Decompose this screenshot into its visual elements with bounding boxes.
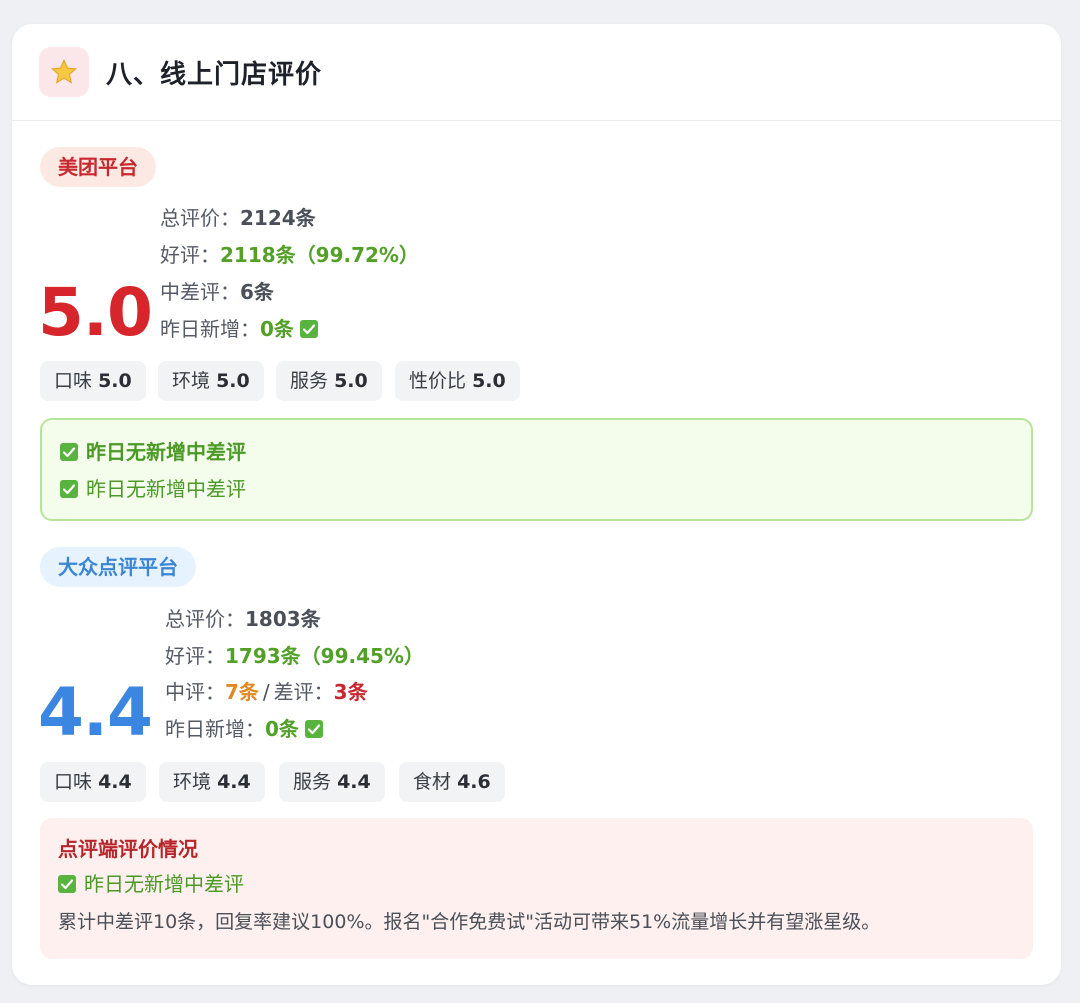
meituan-midbad-reviews: 中差评：6条	[160, 278, 274, 306]
meituan-chip-environment: 环境 5.0	[158, 361, 264, 401]
meituan-chip-value: 性价比 5.0	[395, 361, 520, 401]
dianping-score: 4.4	[38, 674, 153, 751]
total-label: 总评价：	[160, 206, 240, 230]
dianping-good-reviews: 好评：1793条（99.45%）	[165, 642, 424, 670]
star-icon	[39, 47, 89, 97]
meituan-notice: 昨日无新增中差评 昨日无新增中差评	[40, 418, 1033, 521]
dianping-new-reviews: 昨日新增：0条	[165, 715, 323, 743]
good-value: 1793条（99.45%）	[225, 644, 424, 668]
total-value: 2124条	[240, 206, 316, 230]
meituan-notice-line-1: 昨日无新增中差评	[60, 438, 246, 466]
check-icon	[299, 320, 318, 338]
dianping-notice-title: 点评端评价情况	[58, 837, 198, 861]
mid-label: 中评：	[165, 680, 225, 704]
good-label: 好评：	[160, 243, 220, 267]
good-value: 2118条（99.72%）	[220, 243, 419, 267]
bad-label: 差评：	[273, 680, 334, 704]
dianping-chip-ingredients: 食材 4.6	[399, 762, 505, 802]
bad-value: 3条	[333, 680, 368, 704]
dianping-total-reviews: 总评价：1803条	[165, 605, 321, 633]
mid-value: 7条	[225, 680, 259, 704]
dianping-chip-taste: 口味 4.4	[40, 762, 146, 802]
dianping-mid-bad-reviews: 中评：7条 / 差评：3条	[165, 678, 368, 706]
separator: /	[262, 680, 270, 704]
dianping-platform-tag: 大众点评平台	[40, 547, 196, 587]
dianping-chip-environment: 环境 4.4	[159, 762, 265, 802]
meituan-chip-taste: 口味 5.0	[40, 361, 146, 401]
dianping-chip-service: 服务 4.4	[279, 762, 385, 802]
online-store-reviews-card: 八、线上门店评价 美团平台 5.0 总评价：2124条 好评：2118条（99.…	[12, 24, 1061, 985]
check-icon	[60, 480, 78, 498]
card-header: 八、线上门店评价	[12, 24, 1061, 121]
total-value: 1803条	[245, 607, 321, 631]
meituan-new-reviews: 昨日新增：0条	[160, 315, 318, 343]
check-icon	[58, 875, 76, 893]
meituan-score: 5.0	[38, 274, 153, 351]
new-label: 昨日新增：	[160, 317, 260, 341]
check-icon	[60, 443, 78, 461]
meituan-good-reviews: 好评：2118条（99.72%）	[160, 241, 419, 269]
dianping-notice-line-1: 昨日无新增中差评	[58, 870, 244, 898]
meituan-notice-line-2: 昨日无新增中差评	[60, 475, 246, 503]
meituan-total-reviews: 总评价：2124条	[160, 204, 316, 232]
new-value: 0条	[260, 317, 294, 341]
section-title: 八、线上门店评价	[106, 59, 323, 90]
meituan-chip-service: 服务 5.0	[276, 361, 382, 401]
check-icon	[304, 720, 323, 738]
good-label: 好评：	[165, 644, 225, 668]
meituan-platform-tag: 美团平台	[40, 147, 156, 187]
dianping-notice: 点评端评价情况 昨日无新增中差评 累计中差评10条，回复率建议100%。报名"合…	[40, 818, 1033, 959]
midbad-label: 中差评：	[160, 280, 240, 304]
midbad-value: 6条	[240, 280, 274, 304]
dianping-notice-text: 累计中差评10条，回复率建议100%。报名"合作免费试"活动可带来51%流量增长…	[58, 911, 881, 933]
new-label: 昨日新增：	[165, 717, 265, 741]
new-value: 0条	[265, 717, 299, 741]
total-label: 总评价：	[165, 607, 245, 631]
